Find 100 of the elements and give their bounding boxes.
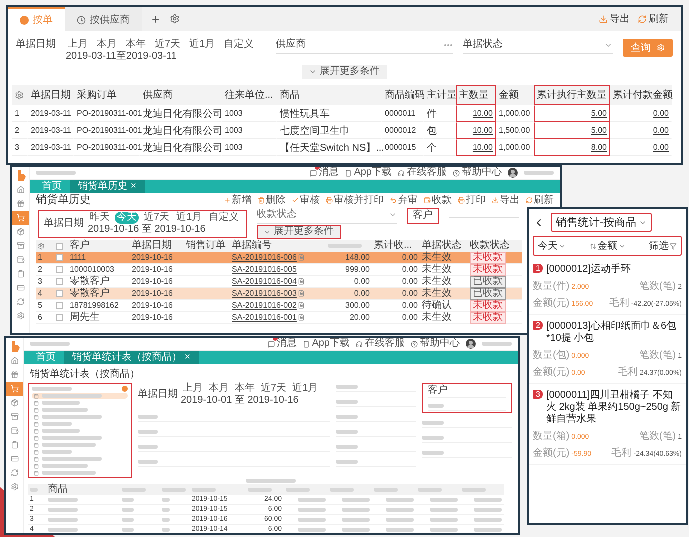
- header-link[interactable]: 消息: [310, 168, 340, 178]
- customer-field[interactable]: 客户: [407, 208, 440, 224]
- column-header[interactable]: 单据状态: [420, 240, 468, 252]
- report-title-dropdown[interactable]: 销售统计-按商品: [551, 213, 652, 232]
- toolbar-button[interactable]: 审核并打印: [326, 194, 384, 207]
- date-option[interactable]: 近1月: [290, 383, 320, 395]
- date-option[interactable]: 本月: [95, 39, 119, 51]
- document-link[interactable]: SA-20191016-005: [232, 266, 297, 274]
- link-cell[interactable]: 0.00: [610, 122, 672, 139]
- settings-icon[interactable]: [170, 14, 180, 24]
- checkbox[interactable]: [56, 302, 63, 310]
- toolbar-button[interactable]: 打印: [458, 194, 486, 207]
- link-cell[interactable]: 10.00: [456, 139, 496, 156]
- column-header[interactable]: 收款状态: [468, 240, 522, 252]
- column-header[interactable]: 客户: [68, 240, 130, 252]
- export-button[interactable]: 导出: [595, 7, 634, 31]
- document-link[interactable]: SA-20191016-002: [232, 302, 297, 310]
- checkbox[interactable]: [56, 254, 63, 262]
- message-icon: [310, 170, 318, 176]
- document-link[interactable]: SA-20191016-003: [232, 290, 297, 298]
- checkbox[interactable]: [56, 278, 63, 286]
- date-option[interactable]: 近1月: [188, 39, 218, 51]
- date-option[interactable]: 上月: [66, 39, 90, 51]
- status-field[interactable]: 单据状态: [462, 39, 613, 54]
- sidebar-button[interactable]: [6, 382, 23, 396]
- check-icon: [292, 197, 299, 204]
- column-header[interactable]: 往来单位...: [222, 85, 277, 105]
- date-option[interactable]: 本年: [124, 39, 148, 51]
- add-icon[interactable]: [122, 386, 128, 392]
- date-option[interactable]: 本月: [207, 383, 231, 395]
- supplier-field[interactable]: 供应商: [276, 39, 453, 54]
- header-link[interactable]: 消息: [268, 339, 298, 349]
- trash-icon: [258, 197, 265, 204]
- column-header[interactable]: 主计量: [424, 85, 456, 105]
- header-link[interactable]: App下载: [345, 168, 392, 178]
- page-title: 销货单历史: [36, 194, 91, 208]
- settings-header[interactable]: [12, 85, 28, 105]
- input-field[interactable]: [449, 214, 520, 218]
- document-link[interactable]: SA-20191016-004: [232, 278, 297, 286]
- sidebar-button[interactable]: [12, 211, 29, 225]
- toolbar-button[interactable]: 新增: [224, 194, 252, 207]
- toolbar-button[interactable]: 导出: [492, 194, 520, 207]
- date-option[interactable]: 昨天: [88, 212, 112, 224]
- filter-label: 单据日期: [16, 39, 56, 51]
- add-tab-button[interactable]: +: [142, 7, 170, 31]
- filter-button[interactable]: 筛选: [649, 239, 677, 253]
- tab[interactable]: 销货单统计表（按商品） ×: [64, 351, 199, 364]
- expand-button[interactable]: 展开更多条件: [257, 225, 342, 240]
- checkbox[interactable]: [56, 290, 63, 298]
- link-cell[interactable]: 5.00: [534, 105, 610, 122]
- date-option[interactable]: 近7天: [259, 383, 289, 395]
- column-header[interactable]: 累计收...: [372, 240, 420, 252]
- column-header[interactable]: 主数量: [456, 85, 496, 105]
- date-option[interactable]: 本年: [233, 383, 257, 395]
- filter-button[interactable]: 金额: [590, 239, 626, 253]
- header-link[interactable]: App下载: [303, 339, 350, 349]
- column-header[interactable]: 商品: [277, 85, 382, 105]
- tab[interactable]: 销货单历史 ×: [70, 180, 145, 193]
- date-option[interactable]: 自定义: [207, 212, 242, 224]
- filter-button[interactable]: 今天: [538, 239, 566, 253]
- link-cell[interactable]: 8.00: [534, 139, 610, 156]
- column-header[interactable]: 采购订单: [74, 85, 140, 105]
- checkbox[interactable]: [56, 314, 63, 322]
- toolbar-button[interactable]: 删除: [258, 194, 286, 207]
- expand-button[interactable]: 展开更多条件: [302, 65, 387, 79]
- column-header[interactable]: 供应商: [140, 85, 222, 105]
- settings-icon[interactable]: [38, 242, 45, 250]
- toolbar-button[interactable]: 弃审: [390, 194, 418, 207]
- document-link[interactable]: SA-20191016-006: [232, 254, 297, 262]
- date-option[interactable]: 近1月: [174, 212, 204, 224]
- column-header[interactable]: 单据日期: [130, 240, 184, 252]
- date-option[interactable]: 上月: [181, 383, 205, 395]
- toolbar-button[interactable]: 收款: [424, 194, 452, 207]
- status-field[interactable]: 收款状态: [257, 208, 398, 224]
- link-cell[interactable]: 10.00: [456, 105, 496, 122]
- refresh-button[interactable]: 刷新: [634, 7, 673, 31]
- document-link[interactable]: SA-20191016-001: [232, 314, 297, 322]
- column-header[interactable]: 金额: [496, 85, 534, 105]
- link-cell[interactable]: 10.00: [456, 122, 496, 139]
- column-header[interactable]: 销售订单: [184, 240, 230, 252]
- link-cell[interactable]: 0.00: [610, 105, 672, 122]
- column-header[interactable]: 累计执行主数量: [534, 85, 610, 105]
- date-option[interactable]: 自定义: [222, 39, 256, 51]
- date-option[interactable]: 近7天: [153, 39, 183, 51]
- column-header[interactable]: 单据编号: [230, 240, 326, 252]
- logo-icon: [10, 340, 20, 352]
- checkbox[interactable]: [56, 266, 63, 274]
- column-header[interactable]: 商品: [46, 484, 120, 495]
- toolbar-button[interactable]: 审核: [292, 194, 320, 207]
- column-header[interactable]: 单据日期: [28, 85, 74, 105]
- link-cell[interactable]: 5.00: [534, 122, 610, 139]
- checkbox[interactable]: [56, 242, 63, 250]
- blurred-text: [474, 528, 502, 532]
- link-cell[interactable]: 0.00: [610, 139, 672, 156]
- toolbar-button[interactable]: 刷新: [526, 194, 554, 207]
- date-option[interactable]: 近7天: [142, 212, 172, 224]
- report-list-item[interactable]: [32, 393, 128, 399]
- column-header[interactable]: 累计付款金额: [610, 85, 672, 105]
- chevron-icon: [618, 242, 626, 250]
- tab[interactable]: 按供应商: [65, 7, 142, 31]
